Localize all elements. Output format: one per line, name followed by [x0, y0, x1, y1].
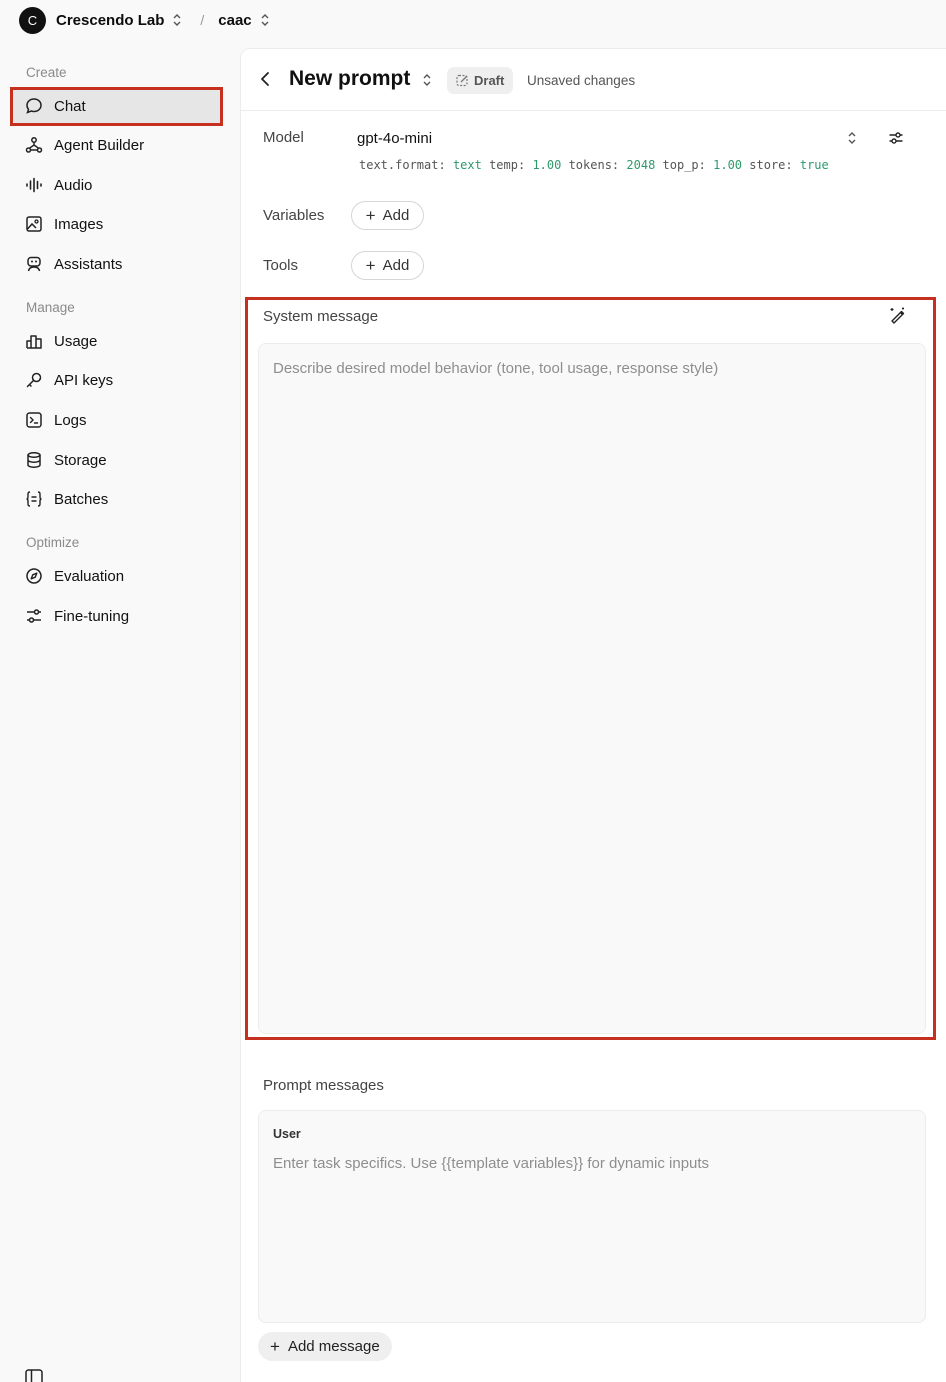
param-value: 1.00 [713, 158, 743, 172]
model-params: text.format: text temp: 1.00 tokens: 204… [359, 158, 829, 172]
param-key: text.format: [359, 158, 446, 172]
sidebar-item-chat[interactable]: Chat [12, 88, 222, 124]
prompt-header: New prompt Draft Unsaved changes [241, 49, 946, 111]
user-message-input[interactable]: Enter task specifics. Use {{template var… [273, 1155, 709, 1172]
breadcrumb-separator: / [200, 12, 205, 28]
sidebar-item-logs[interactable]: Logs [12, 402, 222, 438]
add-variable-label: Add [382, 207, 410, 224]
model-label: Model [263, 129, 304, 146]
sidebar-item-assistants[interactable]: Assistants [12, 246, 222, 282]
sidebar-toggle-icon[interactable] [24, 1368, 44, 1382]
param-value: 1.00 [532, 158, 562, 172]
system-message-label: System message [263, 308, 379, 325]
sidebar-item-evaluation[interactable]: Evaluation [12, 558, 222, 594]
sidebar-item-label: Storage [54, 451, 107, 469]
project-name[interactable]: caac [218, 12, 251, 29]
prompt-editor: New prompt Draft Unsaved changes Model g… [240, 48, 946, 1382]
sidebar: Create Chat Agent Builder Audio Images A… [0, 40, 240, 1382]
sidebar-item-label: Agent Builder [54, 136, 145, 154]
compass-icon [24, 566, 44, 586]
sidebar-item-usage[interactable]: Usage [12, 323, 222, 359]
sidebar-item-label: Usage [54, 332, 98, 350]
sidebar-item-label: Evaluation [54, 567, 125, 585]
image-icon [24, 214, 44, 234]
model-switcher-icon[interactable] [847, 131, 857, 145]
bar-chart-icon [24, 331, 44, 351]
sidebar-item-label: API keys [54, 371, 114, 389]
message-role-label[interactable]: User [273, 1127, 301, 1141]
chat-bubble-icon [24, 96, 44, 116]
sidebar-item-label: Fine-tuning [54, 607, 130, 625]
sidebar-item-storage[interactable]: Storage [12, 442, 222, 478]
sidebar-item-label: Logs [54, 411, 87, 429]
draft-badge-label: Draft [474, 73, 505, 88]
add-message-button[interactable]: + Add message [258, 1332, 392, 1361]
sidebar-item-fine-tuning[interactable]: Fine-tuning [12, 598, 222, 634]
tools-label: Tools [263, 257, 299, 274]
page-title[interactable]: New prompt [289, 67, 410, 91]
prompt-messages-label: Prompt messages [263, 1077, 384, 1094]
section-label-manage: Manage [26, 300, 75, 315]
add-message-label: Add message [287, 1338, 380, 1355]
plus-icon: + [270, 1337, 280, 1356]
param-key: store: [749, 158, 793, 172]
org-avatar[interactable]: C [19, 6, 46, 34]
top-bar: C Crescendo Lab / caac [0, 0, 946, 40]
sidebar-item-audio[interactable]: Audio [12, 167, 222, 203]
user-message-card[interactable]: User Enter task specifics. Use {{templat… [258, 1110, 926, 1323]
plus-icon: + [365, 206, 376, 225]
system-message-input[interactable]: Describe desired model behavior (tone, t… [258, 343, 926, 1034]
magic-wand-icon[interactable] [888, 306, 906, 324]
sidebar-item-agent-builder[interactable]: Agent Builder [12, 127, 222, 163]
back-arrow-icon[interactable] [259, 71, 273, 87]
param-key: tokens: [568, 158, 620, 172]
robot-icon [24, 254, 44, 274]
draft-badge: Draft [447, 67, 514, 94]
sidebar-item-images[interactable]: Images [12, 206, 222, 242]
braces-icon [24, 489, 44, 509]
sidebar-item-label: Batches [54, 490, 109, 508]
section-label-optimize: Optimize [26, 535, 80, 550]
sliders-icon [24, 606, 44, 626]
param-key: top_p: [662, 158, 706, 172]
terminal-icon [24, 410, 44, 430]
sidebar-item-label: Chat [54, 97, 86, 115]
add-variable-button[interactable]: + Add [351, 201, 424, 230]
sidebar-item-label: Images [54, 215, 104, 233]
model-select[interactable]: gpt-4o-mini [357, 130, 432, 147]
database-icon [24, 450, 44, 470]
plus-icon: + [365, 256, 376, 275]
org-switcher-icon[interactable] [172, 13, 182, 27]
param-key: temp: [489, 158, 526, 172]
key-icon [24, 370, 44, 390]
variables-label: Variables [263, 207, 325, 224]
sidebar-item-label: Audio [54, 176, 93, 194]
project-switcher-icon[interactable] [260, 13, 270, 27]
section-label-create: Create [26, 65, 67, 80]
add-tool-button[interactable]: + Add [351, 251, 424, 280]
sidebar-item-batches[interactable]: Batches [12, 481, 222, 517]
draft-edit-icon [456, 74, 469, 87]
sidebar-item-api-keys[interactable]: API keys [12, 362, 222, 398]
sidebar-item-label: Assistants [54, 255, 123, 273]
agent-graph-icon [24, 135, 44, 155]
org-name[interactable]: Crescendo Lab [56, 12, 164, 29]
add-tool-label: Add [382, 257, 410, 274]
param-value: text [452, 158, 482, 172]
audio-wave-icon [24, 175, 44, 195]
prompt-switcher-icon[interactable] [422, 73, 432, 87]
save-status: Unsaved changes [527, 73, 636, 88]
model-settings-icon[interactable] [888, 130, 904, 146]
param-value: 2048 [626, 158, 656, 172]
param-value: true [799, 158, 829, 172]
